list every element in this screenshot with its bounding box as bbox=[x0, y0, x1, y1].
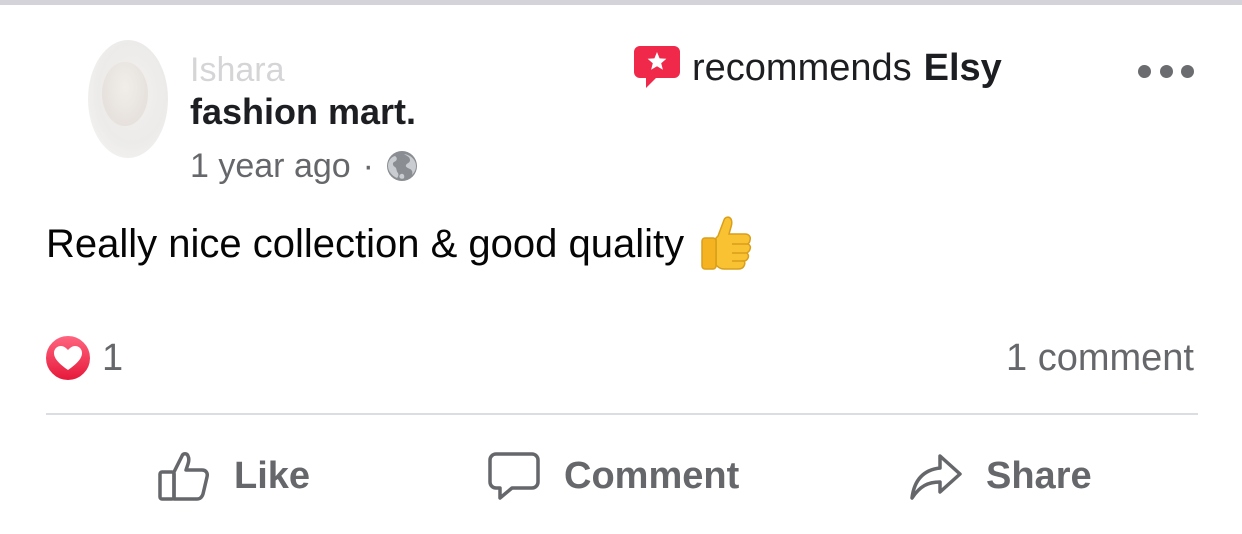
post-body-text: Really nice collection & good quality bbox=[46, 222, 685, 266]
more-dot-icon bbox=[1138, 64, 1151, 78]
post-body: Really nice collection & good quality bbox=[46, 214, 754, 274]
recommends-text: recommends bbox=[692, 47, 912, 89]
comment-label: Comment bbox=[564, 455, 740, 497]
speech-bubble-icon bbox=[488, 452, 540, 500]
timestamp[interactable]: 1 year ago bbox=[190, 144, 351, 188]
more-options-button[interactable] bbox=[1138, 62, 1194, 80]
recommendation-line: recommends Elsy bbox=[634, 42, 1002, 94]
reaction-count: 1 bbox=[102, 337, 124, 379]
divider bbox=[46, 413, 1198, 415]
avatar-face bbox=[102, 62, 148, 126]
share-arrow-icon bbox=[910, 454, 962, 500]
meta-separator: · bbox=[362, 147, 374, 185]
thumbs-up-emoji bbox=[701, 216, 752, 270]
comment-count-link[interactable]: 1 comment bbox=[1006, 334, 1194, 382]
comment-button[interactable]: Comment bbox=[486, 446, 739, 506]
more-dot-icon bbox=[1181, 64, 1194, 78]
thumbs-up-icon bbox=[158, 452, 209, 501]
post-card: Ishara recommends Elsy fashion mart. 1 y… bbox=[0, 0, 1242, 534]
globe-icon bbox=[387, 151, 417, 181]
love-reaction-icon bbox=[44, 334, 92, 382]
post-meta: 1 year ago · bbox=[190, 144, 418, 188]
like-button[interactable]: Like bbox=[156, 446, 310, 506]
avatar[interactable] bbox=[88, 40, 168, 158]
top-border bbox=[0, 0, 1242, 5]
reactions-summary[interactable]: 1 bbox=[44, 334, 123, 382]
like-label: Like bbox=[234, 455, 311, 497]
page-name[interactable]: fashion mart. bbox=[190, 90, 416, 134]
recommended-page-link[interactable]: Elsy bbox=[924, 42, 1002, 94]
recommend-star-icon bbox=[634, 46, 680, 88]
more-dot-icon bbox=[1159, 64, 1173, 78]
share-button[interactable]: Share bbox=[908, 446, 1092, 506]
author-name[interactable]: Ishara bbox=[190, 50, 285, 90]
share-label: Share bbox=[986, 455, 1092, 497]
